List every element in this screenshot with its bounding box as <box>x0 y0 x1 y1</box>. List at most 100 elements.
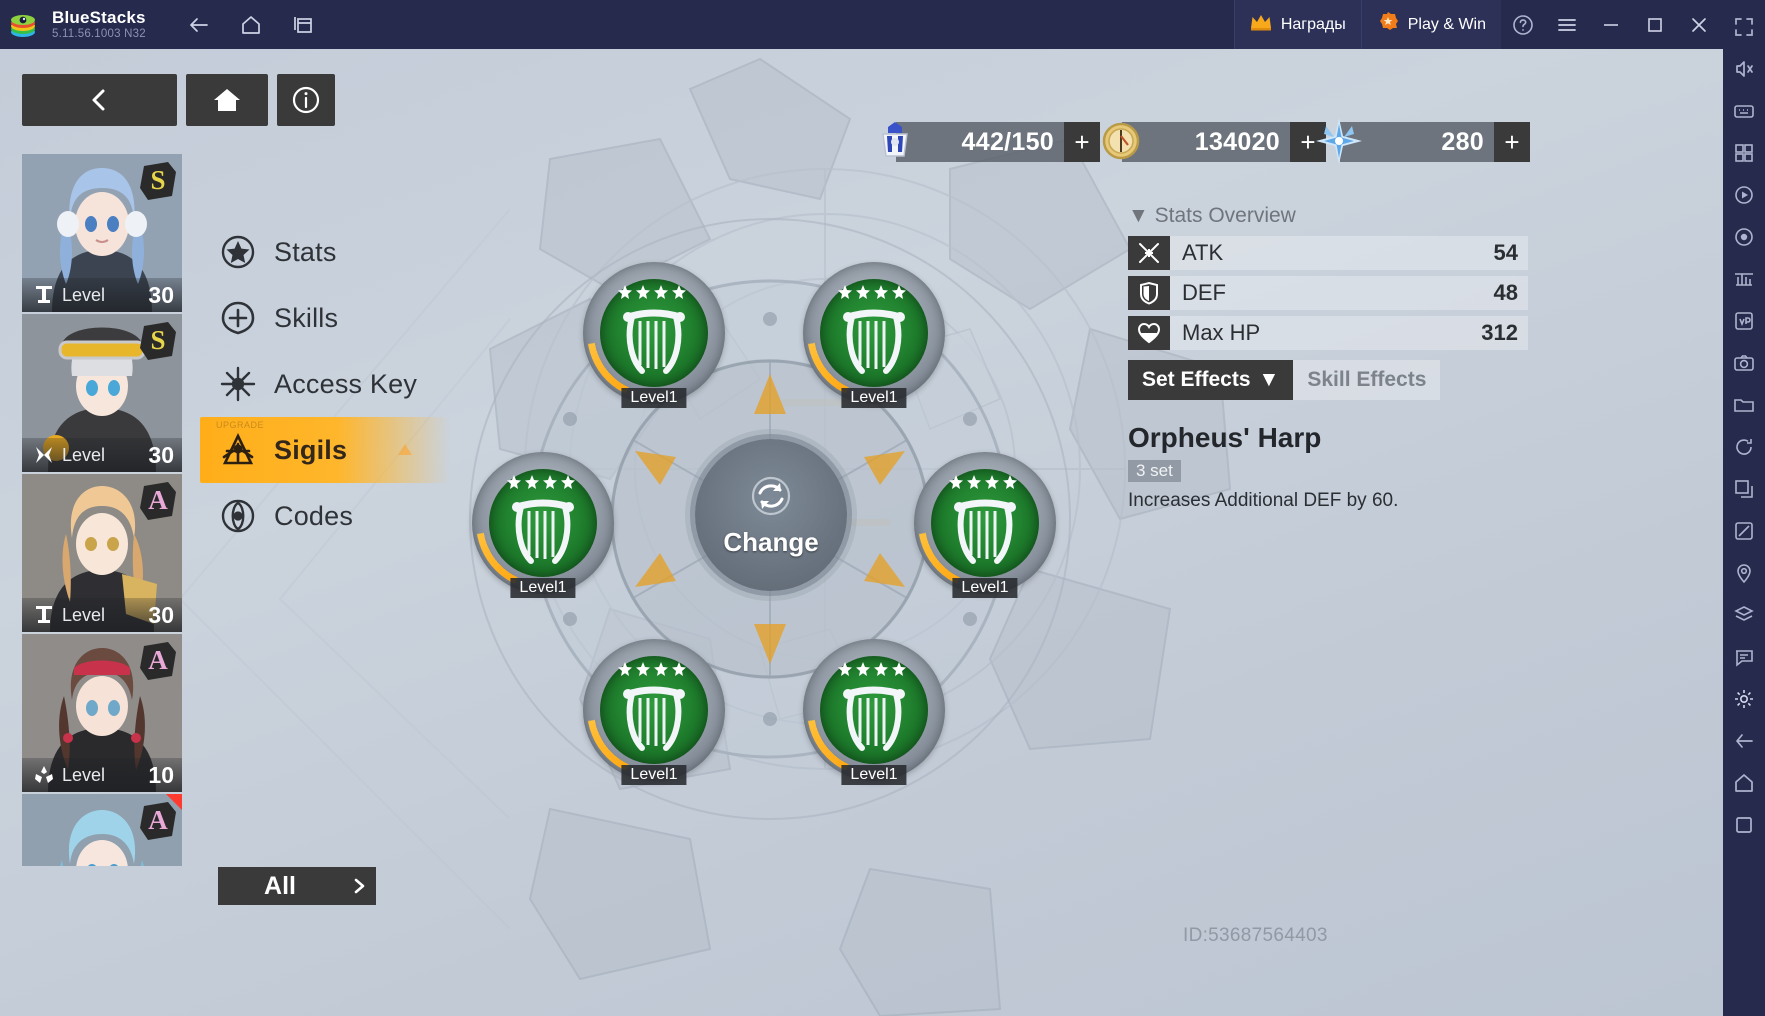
access-key-icon <box>216 362 260 406</box>
screenshot-icon[interactable] <box>1723 342 1765 384</box>
sigil-level-label: Level1 <box>841 388 907 408</box>
eco-mode-icon[interactable] <box>1723 258 1765 300</box>
set-name: Orpheus' Harp <box>1128 422 1322 453</box>
character-card[interactable]: S Level 30 <box>22 314 182 472</box>
hamburger-icon[interactable] <box>1545 0 1589 49</box>
rank-badge: A <box>138 638 178 682</box>
keymap-icon[interactable] <box>1723 90 1765 132</box>
fullscreen-icon[interactable] <box>1723 6 1765 48</box>
character-card[interactable]: A <box>22 794 182 866</box>
playwin-badge-icon <box>1377 11 1399 38</box>
harp-sigil-icon <box>843 686 905 751</box>
chevron-right-icon <box>342 876 376 896</box>
back-icon[interactable] <box>1723 720 1765 762</box>
play-and-win-button[interactable]: Play & Win <box>1360 0 1501 49</box>
minimize-icon[interactable] <box>1589 0 1633 49</box>
location-icon[interactable] <box>1723 552 1765 594</box>
tab-set-effects[interactable]: Set Effects ▼ <box>1128 360 1294 400</box>
sigil-level-label: Level1 <box>510 578 576 598</box>
titlebar-actions: Награды Play & Win <box>1233 0 1765 49</box>
harp-sigil-icon <box>954 499 1016 564</box>
home-nav-icon[interactable] <box>1723 762 1765 804</box>
crystal-plus-button[interactable]: + <box>1494 122 1530 162</box>
def-shield-icon <box>1128 276 1170 310</box>
new-indicator-icon <box>166 794 182 810</box>
maximize-icon[interactable] <box>1633 0 1677 49</box>
mute-icon[interactable] <box>1723 48 1765 90</box>
menu-item-access-key[interactable]: Access Key <box>200 351 450 417</box>
home-icon[interactable] <box>236 10 266 40</box>
rewards-button[interactable]: Награды <box>1233 0 1361 49</box>
sigil-slot[interactable]: Level1 <box>803 262 945 408</box>
recents-icon[interactable] <box>1723 804 1765 846</box>
bluestacks-logo-icon <box>0 0 46 49</box>
apk-install-icon[interactable] <box>1723 300 1765 342</box>
sigil-level-label: Level1 <box>952 578 1018 598</box>
character-card[interactable]: S Level 30 <box>22 154 182 312</box>
tab-skill-effects[interactable]: Skill Effects <box>1293 360 1441 400</box>
character-card[interactable]: A Level 30 <box>22 474 182 632</box>
sigil-slot[interactable]: Level1 <box>583 262 725 408</box>
menu-item-codes[interactable]: Codes <box>200 483 450 549</box>
sigil-stars <box>583 284 725 300</box>
trim-icon[interactable] <box>1723 510 1765 552</box>
character-card[interactable]: A Level 10 <box>22 634 182 792</box>
rank-letter: A <box>148 644 168 675</box>
all-filter-button[interactable]: All <box>218 867 376 905</box>
rank-badge: S <box>138 158 178 202</box>
all-filter-label: All <box>264 871 296 900</box>
level-label: Level <box>62 444 106 465</box>
sigil-slot[interactable]: Level1 <box>914 452 1056 598</box>
triangle-down-icon: ▼ <box>1128 204 1149 227</box>
stats-overview-header[interactable]: ▼ Stats Overview <box>1128 204 1528 228</box>
sniper-class-icon <box>30 282 58 308</box>
sigil-slot[interactable]: Level1 <box>803 639 945 785</box>
question-circle-icon[interactable] <box>1501 0 1545 49</box>
menu-item-sigils[interactable]: UPGRADE Sigils <box>200 417 450 483</box>
home-button[interactable] <box>186 74 268 126</box>
menu-item-label: Sigils <box>274 434 348 465</box>
character-level-bar: Level 30 <box>22 598 182 632</box>
multi-instance-manager-icon[interactable] <box>1723 132 1765 174</box>
folder-icon[interactable] <box>1723 384 1765 426</box>
refresh-circle-icon <box>747 472 795 525</box>
player-id-watermark: ID:53687564403 <box>1183 925 1328 946</box>
windows-icon[interactable] <box>288 10 318 40</box>
macro-record-icon[interactable] <box>1723 216 1765 258</box>
change-button[interactable]: Change <box>695 439 847 591</box>
sigil-slot[interactable]: Level1 <box>583 639 725 785</box>
level-label: Level <box>62 764 106 785</box>
atk-swords-icon <box>1128 236 1170 270</box>
titlebar: BlueStacks 5.11.56.1003 N32 Награды Play… <box>0 0 1765 49</box>
arrow-left-icon[interactable] <box>184 10 214 40</box>
media-player-icon[interactable] <box>1723 174 1765 216</box>
rotate-icon[interactable] <box>1723 426 1765 468</box>
info-circle-icon <box>292 86 320 114</box>
harp-sigil-icon <box>843 309 905 374</box>
assault-class-icon <box>30 442 58 468</box>
settings-icon[interactable] <box>1723 678 1765 720</box>
level-value: 30 <box>148 281 174 308</box>
sigil-icon <box>216 428 260 472</box>
sigil-stars <box>472 474 614 490</box>
info-button[interactable] <box>277 74 335 126</box>
tab-skill-effects-label: Skill Effects <box>1307 368 1427 391</box>
character-detail-menu: Stats Skills Access Key UPGRADE Sigils C… <box>200 219 450 549</box>
level-label: Level <box>62 604 106 625</box>
close-icon[interactable] <box>1677 0 1721 49</box>
harp-sigil-icon <box>512 499 574 564</box>
stamina-plus-button[interactable]: + <box>1064 122 1100 162</box>
character-level-bar: Level 30 <box>22 438 182 472</box>
character-level-bar: Level 10 <box>22 758 182 792</box>
caret-down-icon: ▼ <box>1258 368 1280 391</box>
menu-item-skills[interactable]: Skills <box>200 285 450 351</box>
resize-icon[interactable] <box>1723 468 1765 510</box>
layers-icon[interactable] <box>1723 594 1765 636</box>
sigil-slot[interactable]: Level1 <box>472 452 614 598</box>
chat-icon[interactable] <box>1723 636 1765 678</box>
menu-item-stats[interactable]: Stats <box>200 219 450 285</box>
stat-row: DEF 48 <box>1128 276 1528 310</box>
level-value: 10 <box>148 761 174 788</box>
app-identity: BlueStacks 5.11.56.1003 N32 <box>52 8 146 41</box>
back-button[interactable] <box>22 74 177 126</box>
